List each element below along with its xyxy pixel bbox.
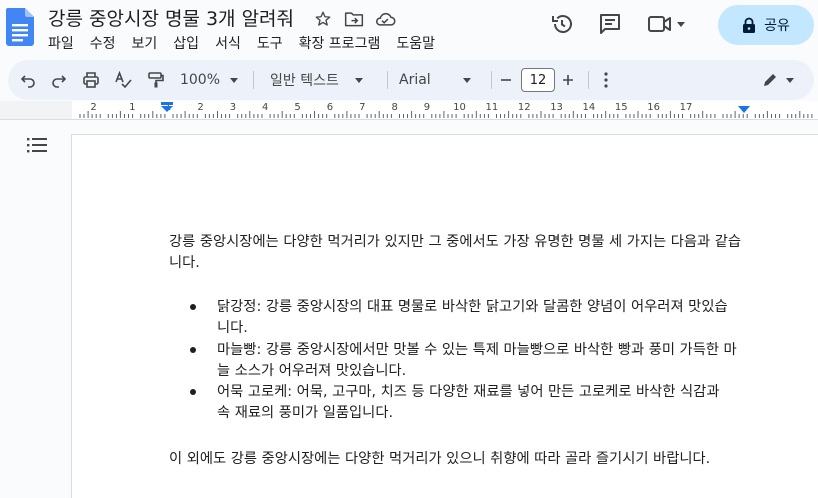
menu-view[interactable]: 보기 [132, 33, 158, 53]
ruler-label: 8 [391, 102, 398, 113]
list-item-text: 마늘빵: 강릉 중앙시장에서만 맛볼 수 있는 특제 마늘빵으로 바삭한 빵과 … [217, 342, 737, 379]
menu-format[interactable]: 서식 [215, 33, 241, 53]
chevron-down-icon [354, 77, 363, 83]
toolbar: 100% 일반 텍스트 Arial 12 [8, 60, 814, 100]
ruler-label: 12 [517, 102, 531, 113]
ruler-label: 1 [129, 102, 136, 113]
ruler-label: 9 [423, 102, 431, 113]
intro-paragraph[interactable]: 강릉 중앙시장에는 다양한 먹거리가 있지만 그 중에서도 가장 유명한 명물 … [169, 232, 749, 274]
ruler-label: 16 [647, 102, 660, 113]
history-icon[interactable] [548, 10, 576, 38]
menu-extensions[interactable]: 확장 프로그램 [299, 33, 381, 53]
right-indent-marker-icon[interactable] [738, 106, 750, 116]
bullet-icon [190, 304, 196, 310]
increase-font-size-icon[interactable] [559, 60, 577, 100]
zoom-select[interactable]: 100% [176, 60, 242, 100]
ruler-label: 10 [453, 102, 466, 113]
ruler-label: 3 [229, 102, 237, 113]
pencil-icon [764, 74, 776, 86]
paragraph-style-select[interactable]: 일반 텍스트 [264, 60, 380, 100]
font-family-select[interactable]: Arial [394, 60, 483, 100]
menu-edit[interactable]: 수정 [90, 33, 116, 53]
list-item[interactable]: 마늘빵: 강릉 중앙시장에서만 맛볼 수 있는 특제 마늘빵으로 바삭한 빵과 … [190, 340, 750, 382]
ruler-label: 13 [550, 102, 563, 113]
meet-video-icon[interactable] [644, 10, 688, 38]
paragraph-style-value: 일반 텍스트 [270, 73, 339, 89]
chevron-down-icon [230, 77, 239, 83]
document-outline-icon[interactable] [27, 137, 47, 153]
font-family-value: Arial [399, 72, 431, 88]
chevron-down-icon [677, 21, 685, 27]
lock-icon [743, 17, 756, 33]
ruler-label: 2 [197, 102, 204, 113]
divider [491, 71, 492, 89]
ruler-label: 15 [614, 102, 628, 113]
print-icon[interactable] [80, 60, 102, 100]
zoom-value: 100% [179, 72, 221, 88]
document-title[interactable]: 강릉 중앙시장 명물 3개 알려줘 [48, 4, 294, 31]
indent-marker-icon[interactable] [161, 102, 173, 118]
share-label: 공유 [764, 18, 790, 34]
star-icon[interactable] [312, 8, 334, 30]
redo-icon[interactable] [49, 60, 69, 100]
closing-paragraph[interactable]: 이 외에도 강릉 중앙시장에는 다양한 먹거리가 있으니 취향에 따라 골라 즐… [169, 449, 749, 470]
list-item-text: 어묵 고로케: 어묵, 고구마, 치즈 등 다양한 재료를 넣어 만든 고로케로… [217, 384, 720, 421]
left-pane [0, 120, 70, 497]
paint-format-icon[interactable] [145, 60, 167, 100]
divider [588, 71, 589, 89]
comments-icon[interactable] [596, 10, 624, 38]
move-folder-icon[interactable] [343, 8, 365, 30]
editing-mode-button[interactable] [756, 60, 800, 100]
divider [387, 71, 388, 89]
ruler-label: 5 [294, 102, 301, 113]
ruler-label: 11 [485, 102, 499, 113]
ruler-label: 7 [359, 102, 366, 113]
more-options-icon[interactable] [596, 60, 616, 100]
cloud-saved-icon[interactable] [374, 8, 396, 30]
title-bar: 강릉 중앙시장 명물 3개 알려줘 파일 수정 보기 삽입 서식 도구 확장 프… [0, 0, 818, 58]
list-item[interactable]: 닭강정: 강릉 중앙시장의 대표 명물로 바삭한 닭고기와 달콤한 양념이 어우… [190, 297, 750, 339]
docs-logo-icon[interactable] [6, 8, 34, 46]
undo-icon[interactable] [18, 60, 38, 100]
chevron-down-icon [462, 77, 471, 83]
bullet-icon [190, 347, 196, 353]
horizontal-ruler[interactable]: 211234567891011121314151617 [0, 101, 818, 120]
font-size-input[interactable]: 12 [521, 68, 555, 92]
ruler-label: 2 [90, 102, 97, 113]
menu-help[interactable]: 도움말 [396, 33, 435, 53]
spellcheck-icon[interactable] [112, 60, 134, 100]
ruler-ticks [79, 111, 813, 118]
ruler-label: 4 [262, 102, 269, 113]
list-item-text: 닭강정: 강릉 중앙시장의 대표 명물로 바삭한 닭고기와 달콤한 양념이 어우… [217, 299, 728, 336]
ruler-label: 17 [679, 102, 693, 113]
menu-tools[interactable]: 도구 [257, 33, 283, 53]
divider [253, 71, 254, 89]
chevron-down-icon [786, 77, 794, 83]
bullet-icon [190, 389, 196, 395]
menu-bar: 파일 수정 보기 삽입 서식 도구 확장 프로그램 도움말 [48, 33, 451, 53]
decrease-font-size-icon[interactable] [497, 60, 515, 100]
share-button[interactable]: 공유 [718, 5, 814, 45]
ruler-label: 14 [582, 102, 596, 113]
menu-file[interactable]: 파일 [48, 33, 74, 53]
ruler-label: 6 [326, 102, 334, 113]
list-item[interactable]: 어묵 고로케: 어묵, 고구마, 치즈 등 다양한 재료를 넣어 만든 고로케로… [190, 382, 750, 424]
menu-insert[interactable]: 삽입 [173, 33, 199, 53]
